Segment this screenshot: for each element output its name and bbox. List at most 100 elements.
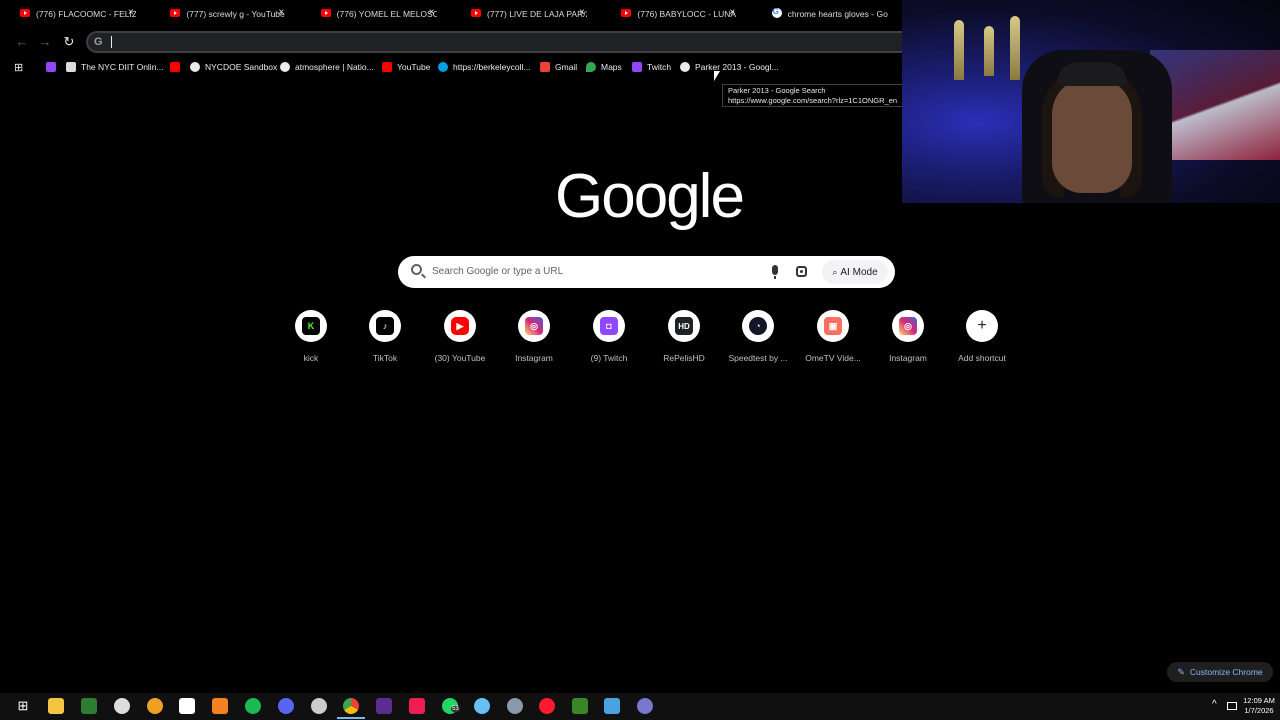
hd-icon: HD — [675, 317, 693, 335]
tooltip-title: Parker 2013 - Google Search — [728, 86, 826, 95]
keyboard-icon[interactable] — [637, 698, 653, 714]
reload-icon[interactable]: ↻ — [61, 34, 77, 50]
streamer-cap — [1057, 62, 1127, 86]
google-icon — [680, 62, 690, 72]
close-icon[interactable]: × — [729, 7, 735, 18]
shortcut-tiktok[interactable]: ♪ TikTok — [348, 310, 422, 366]
shortcut-ometv[interactable]: ▣ OmeTV Vide... — [796, 310, 870, 366]
gmail-icon — [540, 62, 550, 72]
steam-icon[interactable] — [474, 698, 490, 714]
instagram-icon: ◎ — [525, 317, 543, 335]
bookmark-maps[interactable]: Maps — [586, 60, 622, 74]
streamer-face — [1052, 78, 1132, 193]
bookmark-parker-2013[interactable]: Parker 2013 - Googl... — [680, 60, 779, 74]
network-icon[interactable] — [1227, 702, 1237, 710]
system-clock[interactable]: 12:09 AM 1/7/2026 — [1241, 696, 1277, 716]
terminal-icon[interactable] — [81, 698, 97, 714]
bookmark-youtube-icon[interactable] — [170, 60, 185, 74]
back-arrow-icon[interactable]: ← — [14, 34, 30, 50]
tray-chevron-icon[interactable]: ^ — [1212, 699, 1217, 710]
bookmark-gmail[interactable]: Gmail — [540, 60, 577, 74]
shortcut-instagram[interactable]: ◎ Instagram — [497, 310, 571, 366]
google-lens-icon[interactable] — [796, 266, 807, 277]
add-shortcut-button[interactable]: + Add shortcut — [945, 310, 1019, 366]
shortcut-repelishd[interactable]: HD RePelisHD — [647, 310, 721, 366]
tab[interactable]: (776) BABYLOCC - LUNA ES L× — [601, 0, 751, 28]
next-icon[interactable] — [376, 698, 392, 714]
plus-icon: + — [977, 317, 987, 334]
mouse-cursor-icon — [714, 71, 720, 81]
google-icon — [771, 7, 782, 18]
twitch-icon — [632, 62, 642, 72]
microphone-icon[interactable] — [772, 265, 778, 279]
bookmark-twitch[interactable] — [46, 60, 61, 74]
close-icon[interactable]: × — [128, 7, 134, 18]
ai-search-icon: ⌕ — [832, 266, 838, 277]
ai-mode-button[interactable]: ⌕ AI Mode — [822, 260, 888, 284]
4k-icon[interactable] — [507, 698, 523, 714]
twitch-icon — [46, 62, 56, 72]
bookmark-nycdoe-sandbox[interactable]: NYCDOE Sandbox — [190, 60, 277, 74]
google-icon — [280, 62, 290, 72]
toolbar: ← → ↻ G — [0, 28, 902, 56]
search-box[interactable]: Search Google or type a URL ⌕ AI Mode — [398, 256, 895, 288]
minecraft-icon[interactable] — [572, 698, 588, 714]
close-icon[interactable]: × — [429, 7, 435, 18]
maps-icon — [586, 62, 596, 72]
apps-grid-icon[interactable]: ⊞ — [14, 60, 23, 74]
close-icon[interactable]: × — [278, 7, 284, 18]
whatsapp-icon[interactable]: 53 — [442, 698, 460, 714]
bookmark-twitch-label[interactable]: Twitch — [632, 60, 671, 74]
fl-studio-icon[interactable] — [212, 698, 228, 714]
shortcut-youtube[interactable]: ▶ (30) YouTube — [423, 310, 497, 366]
tab[interactable]: (777) LIVE DE LAJA PAR/2 MC× — [451, 0, 601, 28]
bookmark-nyc-diit[interactable]: The NYC DIIT Onlin... — [66, 60, 164, 74]
capcut-icon[interactable] — [179, 698, 195, 714]
instagram-icon: ◎ — [899, 317, 917, 335]
customize-chrome-button[interactable]: ✎ Customize Chrome — [1167, 662, 1273, 682]
tab-active[interactable]: chrome hearts gloves - Goog — [752, 0, 902, 28]
trophy-icon — [954, 20, 964, 80]
google-logo: Google — [555, 162, 745, 231]
shortcut-twitch[interactable]: ◘ (9) Twitch — [572, 310, 646, 366]
opera-icon[interactable] — [539, 698, 555, 714]
tab[interactable]: (776) YOMEL EL MELOSO x R× — [301, 0, 451, 28]
google-icon: G — [94, 36, 103, 48]
discord-icon[interactable] — [278, 698, 294, 714]
close-icon[interactable]: × — [579, 7, 585, 18]
trophy-icon — [984, 26, 994, 76]
tab[interactable]: (776) FLACOOMC - FELIZ AÑ× — [0, 0, 150, 28]
bookmark-berkeley[interactable]: https://berkeleycoll... — [438, 60, 530, 74]
address-bar[interactable]: G — [86, 31, 902, 53]
search-input[interactable]: Search Google or type a URL — [432, 266, 563, 277]
spotify-icon[interactable] — [245, 698, 261, 714]
forward-arrow-icon[interactable]: → — [37, 34, 53, 50]
bookmark-atmosphere[interactable]: atmosphere | Natio... — [280, 60, 374, 74]
bookmark-youtube[interactable]: YouTube — [382, 60, 430, 74]
cloud-icon — [438, 62, 448, 72]
windows-start-icon[interactable]: ⊞ — [15, 698, 31, 714]
tab[interactable]: (777) screwly g - YouTube × — [150, 0, 300, 28]
pencil-icon: ✎ — [1177, 666, 1185, 677]
twitch-icon: ◘ — [600, 317, 618, 335]
bookmark-tooltip: Parker 2013 - Google Search https://www.… — [722, 84, 902, 107]
file-explorer-icon[interactable] — [48, 698, 64, 714]
vlc-icon[interactable] — [147, 698, 163, 714]
tiktok-icon[interactable] — [409, 698, 425, 714]
davinci-icon[interactable] — [114, 698, 130, 714]
tab-strip: (776) FLACOOMC - FELIZ AÑ× (777) screwly… — [0, 0, 902, 28]
shortcut-instagram-2[interactable]: ◎ Instagram — [871, 310, 945, 366]
search-icon — [411, 264, 422, 275]
tooltip-url: https://www.google.com/search?rlz=1C1ONG… — [728, 96, 898, 105]
chrome-icon[interactable] — [337, 698, 365, 719]
speedtest-icon[interactable] — [311, 698, 327, 714]
youtube-icon — [621, 9, 632, 17]
page-icon — [66, 62, 76, 72]
shortcut-kick[interactable]: K kick — [274, 310, 348, 366]
app-icon[interactable] — [604, 698, 620, 714]
bookmarks-bar: ⊞ The NYC DIIT Onlin... NYCDOE Sandbox a… — [0, 56, 902, 78]
taskbar: ⊞ 53 ^ 12:09 AM 1/7/2026 — [0, 693, 1280, 720]
trophy-icon — [1010, 16, 1020, 80]
shortcut-speedtest[interactable]: ◔ Speedtest by ... — [721, 310, 795, 366]
google-icon — [190, 62, 200, 72]
